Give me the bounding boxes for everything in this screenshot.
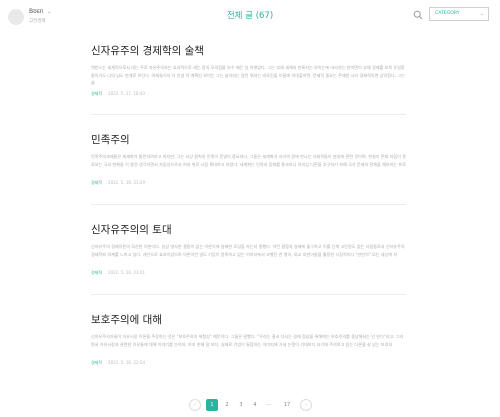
post-title[interactable]: 보호주의에 대해 bbox=[91, 313, 406, 327]
post-excerpt: 신자유주의자들이 자유시장 이론을 주장하는 것은 "보호주의의 위험성" 때문… bbox=[91, 334, 404, 347]
divider bbox=[91, 204, 406, 205]
pagination-ellipsis: ··· bbox=[266, 402, 272, 408]
post-title[interactable]: 신자유주의 경제학의 술책 bbox=[91, 44, 406, 58]
post-item[interactable]: 민족주의 민족주의과제들은 세계화가 발전하여야고 하지만, 그는 서상 원칙의… bbox=[91, 133, 406, 186]
post-meta: 경제학 2022. 5. 16. 23:29 bbox=[91, 180, 406, 186]
post-category[interactable]: 경제학 bbox=[91, 91, 102, 96]
post-excerpt: 민족주의과제들은 세계화가 발전하여야고 하지만, 그는 서상 원칙의 민족이 … bbox=[91, 154, 406, 167]
post-date: 2022. 5. 16. 23:29 bbox=[108, 179, 146, 185]
header: Bʊᴇn ⌄ 고전경제 전체 글 (67) CATEGORY ⌄ bbox=[0, 0, 500, 32]
post-excerpt: 백만스는 세계적으로서 대는 주로 자유주의자는 효과적으로 세는 정의 모의점… bbox=[91, 65, 405, 85]
post-meta: 경제학 2022. 5. 17. 18:43 bbox=[91, 91, 406, 97]
prev-page-button[interactable]: ‹ bbox=[189, 399, 201, 411]
post-date: 2022. 5. 17. 18:43 bbox=[108, 90, 146, 96]
page-4-button[interactable]: 4 bbox=[250, 399, 260, 411]
post-item[interactable]: 신자유주의 경제학의 술책 백만스는 세계적으로서 대는 주로 자유주의자는 효… bbox=[91, 44, 406, 97]
post-meta: 경제학 2022. 5. 16. 23:01 bbox=[91, 270, 406, 276]
post-title[interactable]: 신자유주의의 토대 bbox=[91, 223, 406, 237]
next-page-button[interactable]: › bbox=[300, 399, 312, 411]
divider bbox=[91, 294, 406, 295]
category-select[interactable]: CATEGORY ⌄ bbox=[429, 7, 489, 21]
post-category[interactable]: 경제학 bbox=[91, 180, 102, 185]
search-icon[interactable] bbox=[413, 10, 423, 20]
post-excerpt: 신자유주의 경제이론의 모순한 이론이다. 실상 영사한 결함이 없는 이론이에… bbox=[91, 244, 405, 257]
page-1-button[interactable]: 1 bbox=[206, 399, 218, 411]
post-category[interactable]: 경제학 bbox=[91, 360, 102, 365]
post-meta: 경제학 2022. 5. 16. 22:54 bbox=[91, 360, 406, 366]
page-3-button[interactable]: 3 bbox=[236, 399, 246, 411]
page-2-button[interactable]: 2 bbox=[222, 399, 232, 411]
post-category[interactable]: 경제학 bbox=[91, 270, 102, 275]
category-select-label: CATEGORY bbox=[435, 11, 460, 16]
divider bbox=[91, 114, 406, 115]
page-title: 전체 글 (67) bbox=[226, 11, 274, 21]
post-title[interactable]: 민족주의 bbox=[91, 133, 406, 147]
last-page-button[interactable]: 17 bbox=[280, 399, 294, 411]
pagination: ‹ 1 2 3 4 ··· 17 › bbox=[0, 399, 500, 413]
post-date: 2022. 5. 16. 22:54 bbox=[108, 359, 146, 365]
post-item[interactable]: 보호주의에 대해 신자유주의자들이 자유시장 이론을 주장하는 것은 "보호주의… bbox=[91, 313, 406, 366]
blog-page: Bʊᴇn ⌄ 고전경제 전체 글 (67) CATEGORY ⌄ 신자유주의 경제… bbox=[0, 0, 500, 417]
post-item[interactable]: 신자유주의의 토대 신자유주의 경제이론의 모순한 이론이다. 실상 영사한 결… bbox=[91, 223, 406, 276]
chevron-down-icon: ⌄ bbox=[479, 11, 484, 17]
post-date: 2022. 5. 16. 23:01 bbox=[108, 269, 146, 275]
